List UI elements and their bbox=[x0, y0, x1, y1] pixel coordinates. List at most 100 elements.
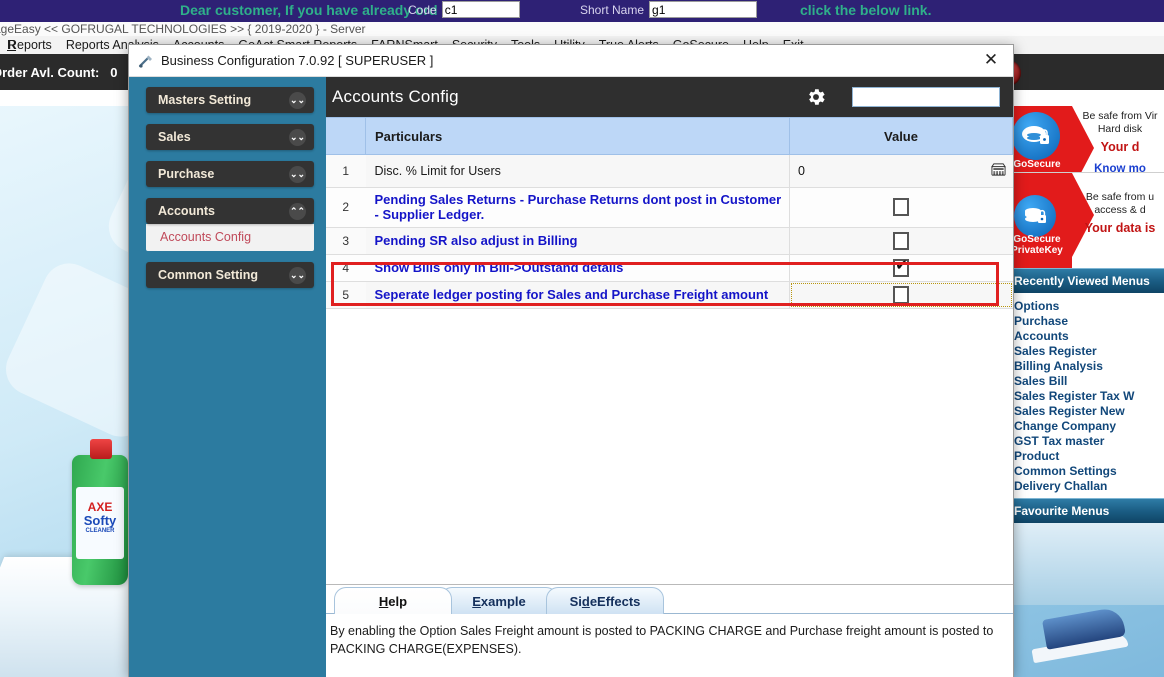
sidebar-subpanel-accounts: Accounts Config bbox=[146, 224, 314, 251]
settings-table: Particulars Value 1 Disc. % Limit for Us… bbox=[326, 117, 1013, 309]
sidebar-item-accounts[interactable]: Accounts ⌃⌃ bbox=[146, 198, 314, 224]
sidebar-item-common-setting[interactable]: Common Setting ⌄⌄ bbox=[146, 262, 314, 288]
order-count-value: 0 bbox=[110, 64, 118, 80]
help-tabs-zone: Help Example Si d eEffects By enabling the… bbox=[326, 584, 1013, 677]
row-particulars-text: Pending Sales Returns - Purchase Returns… bbox=[374, 192, 782, 223]
row-value-cell[interactable] bbox=[789, 187, 1013, 228]
product-bottle-cap bbox=[90, 439, 112, 459]
config-sidebar: Masters Setting ⌄⌄ Sales ⌄⌄ Purchase ⌄⌄ … bbox=[129, 77, 326, 677]
row-value-cell[interactable] bbox=[789, 281, 1013, 309]
recent-item-delivery-challan[interactable]: Delivery Challan bbox=[1014, 479, 1164, 494]
row-checkbox[interactable] bbox=[893, 285, 910, 304]
recent-item-common-settings[interactable]: Common Settings bbox=[1014, 464, 1164, 479]
row-particulars: Pending Sales Returns - Purchase Returns… bbox=[365, 187, 790, 228]
recent-item-change-company[interactable]: Change Company bbox=[1014, 419, 1164, 434]
page-title: Accounts Config bbox=[332, 87, 459, 106]
chevron-down-icon: ⌄⌄ bbox=[289, 128, 306, 146]
promo-strong-text: Your d bbox=[1100, 140, 1140, 155]
promo-card-privatekey[interactable]: GoSecure PrivateKey Be safe from u acces… bbox=[1000, 172, 1164, 268]
application-title-strip: ageEasy << GOFRUGAL TECHNOLOGIES >> { 20… bbox=[0, 22, 1164, 36]
promo-banner: Dear customer, If you have already ord c… bbox=[0, 0, 1164, 22]
application-title: ageEasy << GOFRUGAL TECHNOLOGIES >> { 20… bbox=[0, 22, 366, 36]
disc-limit-value: 0 bbox=[798, 164, 805, 178]
close-icon[interactable]: ✕ bbox=[969, 45, 1013, 75]
banner-field-code-input[interactable] bbox=[441, 1, 520, 18]
banner-field-shortname-label: Short Name bbox=[580, 2, 645, 17]
column-header-number bbox=[326, 117, 366, 155]
tab-example[interactable]: Example bbox=[440, 587, 558, 614]
sidebar-item-purchase[interactable]: Purchase ⌄⌄ bbox=[146, 161, 314, 187]
table-row[interactable]: 2 Pending Sales Returns - Purchase Retur… bbox=[326, 187, 1013, 228]
row-particulars: Seperate ledger posting for Sales and Pu… bbox=[365, 281, 790, 309]
help-description: By enabling the Option Sales Freight amo… bbox=[330, 624, 994, 657]
table-row[interactable]: 1 Disc. % Limit for Users 0 bbox=[326, 154, 1013, 188]
chevron-up-icon: ⌃⌃ bbox=[289, 202, 306, 220]
calculator-icon[interactable] bbox=[990, 162, 1007, 180]
promo-card-gosecure[interactable]: GoSecure Be safe from Vir Hard disk Your… bbox=[1000, 106, 1164, 172]
recent-item-billing-analysis[interactable]: Billing Analysis bbox=[1014, 359, 1164, 374]
dialog-body: Masters Setting ⌄⌄ Sales ⌄⌄ Purchase ⌄⌄ … bbox=[129, 77, 1013, 677]
recent-item-sales-register[interactable]: Sales Register bbox=[1014, 344, 1164, 359]
row-value-cell[interactable] bbox=[789, 227, 1013, 255]
settings-table-wrapper: Particulars Value 1 Disc. % Limit for Us… bbox=[326, 117, 1013, 309]
content-header: Accounts Config bbox=[326, 77, 1013, 117]
banner-field-code: Code bbox=[408, 0, 520, 19]
recent-item-purchase[interactable]: Purchase bbox=[1014, 314, 1164, 329]
chevron-down-icon: ⌄⌄ bbox=[289, 165, 306, 183]
tab-sideeffects-label: eEffects bbox=[589, 593, 641, 609]
sidebar-item-accounts-config[interactable]: Accounts Config bbox=[160, 230, 314, 244]
tab-example-label: xample bbox=[480, 593, 526, 609]
row-checkbox[interactable] bbox=[893, 198, 910, 217]
menu-item-reports[interactable]: RReports bbox=[0, 37, 59, 54]
recent-item-product[interactable]: Product bbox=[1014, 449, 1164, 464]
recent-item-sales-register-tax-w[interactable]: Sales Register Tax W bbox=[1014, 389, 1164, 404]
chevron-down-icon: ⌄⌄ bbox=[289, 266, 306, 284]
tab-sideeffects-hotkey: d bbox=[581, 593, 590, 609]
recent-item-sales-bill[interactable]: Sales Bill bbox=[1014, 374, 1164, 389]
sidebar-label-purchase: Purchase bbox=[158, 167, 215, 181]
sidebar-label-common-setting: Common Setting bbox=[158, 268, 258, 282]
favourite-menus-panel: Favourite Menus bbox=[1000, 498, 1164, 605]
screen-root: AXE Softy CLEANER Dear customer, If you … bbox=[0, 0, 1164, 677]
table-row[interactable]: 4 Show Bills only in Bill->Outstand deta… bbox=[326, 254, 1013, 282]
column-header-particulars: Particulars bbox=[365, 117, 790, 155]
promo-body-privatekey: Be safe from u access & d Your data is bbox=[1078, 173, 1164, 241]
recently-viewed-list: Options Purchase Accounts Sales Register… bbox=[1002, 293, 1164, 498]
row-value-cell[interactable] bbox=[789, 254, 1013, 282]
row-checkbox[interactable] bbox=[893, 231, 910, 250]
recent-item-accounts[interactable]: Accounts bbox=[1014, 329, 1164, 344]
recent-item-sales-register-new[interactable]: Sales Register New bbox=[1014, 404, 1164, 419]
promo-know-more-link[interactable]: Know mo bbox=[1078, 162, 1162, 172]
row-number: 4 bbox=[326, 254, 366, 282]
table-row[interactable]: 3 Pending SR also adjust in Billing bbox=[326, 227, 1013, 255]
row-value-cell[interactable]: 0 bbox=[789, 154, 1013, 188]
gear-icon[interactable] bbox=[805, 86, 827, 108]
search-input[interactable] bbox=[852, 87, 1000, 107]
recent-item-options[interactable]: Options bbox=[1014, 299, 1164, 314]
tab-sideeffects[interactable]: Si d eEffects bbox=[546, 587, 664, 614]
row-checkbox[interactable] bbox=[893, 257, 910, 277]
chevron-down-icon: ⌄⌄ bbox=[289, 91, 306, 109]
gosecure-cloud-lock-icon bbox=[1012, 112, 1060, 160]
sidebar-item-masters-setting[interactable]: Masters Setting ⌄⌄ bbox=[146, 87, 314, 113]
favourite-menus-body bbox=[1002, 523, 1164, 605]
row-particulars-text: Show Bills only in Bill->Outstand detail… bbox=[374, 259, 624, 275]
tab-help-hotkey: H bbox=[378, 593, 389, 609]
sidebar-item-sales[interactable]: Sales ⌄⌄ bbox=[146, 124, 314, 150]
right-side-panel: GoSecure Be safe from Vir Hard disk Your… bbox=[1000, 106, 1164, 677]
banner-field-code-label: Code bbox=[408, 2, 437, 17]
gosecure-key-lock-icon bbox=[1014, 195, 1056, 237]
recent-item-gst-tax-master[interactable]: GST Tax master bbox=[1014, 434, 1164, 449]
row-number: 5 bbox=[326, 281, 366, 309]
tab-help-label: elp bbox=[388, 593, 408, 609]
sidebar-label-masters-setting: Masters Setting bbox=[158, 93, 252, 107]
row-particulars: Pending SR also adjust in Billing bbox=[365, 227, 790, 255]
banner-marquee-left: Dear customer, If you have already ord bbox=[180, 2, 438, 18]
dialog-title-bar: Business Configuration 7.0.92 [ SUPERUSE… bbox=[129, 45, 1013, 77]
product-bottle-label: AXE Softy CLEANER bbox=[76, 487, 124, 559]
row-number: 2 bbox=[326, 187, 366, 228]
row-particulars-text: Seperate ledger posting for Sales and Pu… bbox=[374, 286, 769, 302]
table-row[interactable]: 5 Seperate ledger posting for Sales and … bbox=[326, 281, 1013, 309]
tab-help[interactable]: Help bbox=[334, 587, 452, 614]
banner-field-shortname-input[interactable] bbox=[649, 1, 758, 18]
